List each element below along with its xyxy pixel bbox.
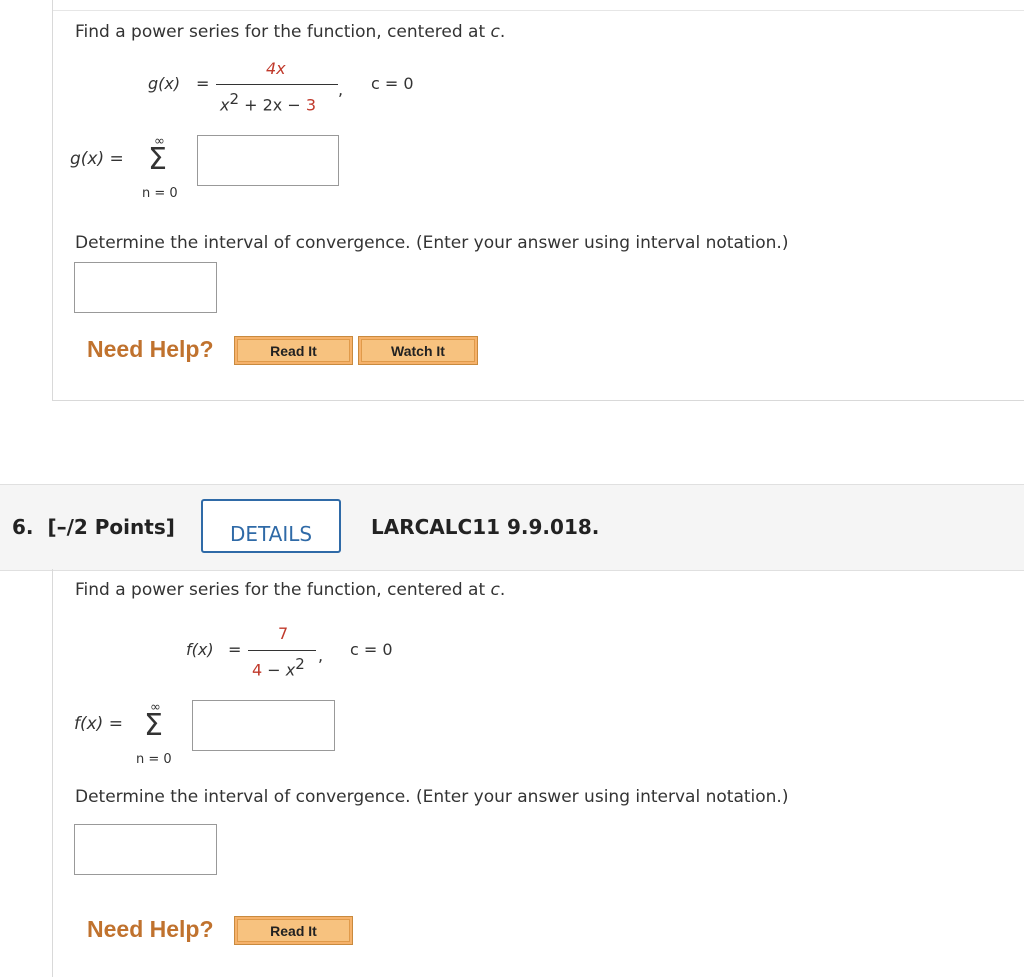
points-label: [–/2 Points] <box>47 515 175 539</box>
number-text: 6. <box>12 515 34 539</box>
center-label: c = 0 <box>350 640 393 659</box>
denominator: x2 + 2x − 3 <box>220 90 316 114</box>
equals-sign: = <box>228 640 242 659</box>
denom-exp: 2 <box>229 90 240 108</box>
denom-exp: 2 <box>295 655 305 673</box>
need-help-label: Need Help? <box>87 336 214 362</box>
sigma-icon: Σ <box>148 142 167 177</box>
instruction-c: c <box>490 580 500 600</box>
sigma-icon: Σ <box>144 708 163 743</box>
instruction-c: c <box>490 22 500 42</box>
denominator: 4 − x2 <box>252 655 305 679</box>
instruction-text: Find a power series for the function, ce… <box>75 580 491 600</box>
denom-rest: − x <box>262 660 296 680</box>
interval-prompt: Determine the interval of convergence. (… <box>75 233 789 253</box>
fraction-bar <box>248 650 316 651</box>
sigma-lower: n = 0 <box>142 186 178 201</box>
instruction-period: . <box>499 580 506 600</box>
interval-answer-input[interactable] <box>74 824 217 875</box>
series-answer-input[interactable] <box>197 135 339 186</box>
function-lhs: g(x) <box>148 74 181 93</box>
series-lhs-text: f(x) <box>74 714 104 734</box>
series-equals: = <box>109 149 124 169</box>
series-equals: = <box>108 714 123 734</box>
series-lhs: g(x) = <box>70 149 124 169</box>
interval-prompt: Determine the interval of convergence. (… <box>75 787 789 807</box>
series-answer-input[interactable] <box>192 700 335 751</box>
sigma-lower: n = 0 <box>136 752 172 767</box>
read-it-label: Read It <box>237 919 350 942</box>
problem-6-instruction: Find a power series for the function, ce… <box>75 580 505 600</box>
problem-code: LARCALC11 9.9.018. <box>371 515 600 539</box>
problem-5-instruction: Find a power series for the function, ce… <box>75 22 505 42</box>
denom-const: 3 <box>305 95 317 115</box>
problem-6-header: 6. [–/2 Points] DETAILS LARCALC11 9.9.01… <box>0 484 1024 571</box>
series-lhs: f(x) = <box>74 714 123 734</box>
interval-answer-input[interactable] <box>74 262 217 313</box>
need-help-label: Need Help? <box>87 916 214 942</box>
center-label: c = 0 <box>371 74 414 93</box>
function-lhs: f(x) <box>186 640 214 659</box>
instruction-period: . <box>499 22 506 42</box>
comma: , <box>338 80 344 99</box>
fraction-bar <box>216 84 338 85</box>
read-it-label: Read It <box>237 339 350 362</box>
denom-const: 4 <box>252 660 263 680</box>
read-it-button[interactable]: Read It <box>234 916 353 945</box>
comma: , <box>318 646 324 665</box>
numerator: 4x <box>266 59 286 78</box>
denom-rest: + 2x − <box>239 95 306 115</box>
numerator: 7 <box>278 624 289 643</box>
watch-it-label: Watch It <box>361 339 475 362</box>
problem-number: 6. [–/2 Points] <box>12 515 175 539</box>
series-lhs-text: g(x) <box>70 149 105 169</box>
details-button[interactable]: DETAILS <box>201 499 341 553</box>
read-it-button[interactable]: Read It <box>234 336 353 365</box>
equals-sign: = <box>196 74 210 93</box>
instruction-text: Find a power series for the function, ce… <box>75 22 491 42</box>
watch-it-button[interactable]: Watch It <box>358 336 478 365</box>
